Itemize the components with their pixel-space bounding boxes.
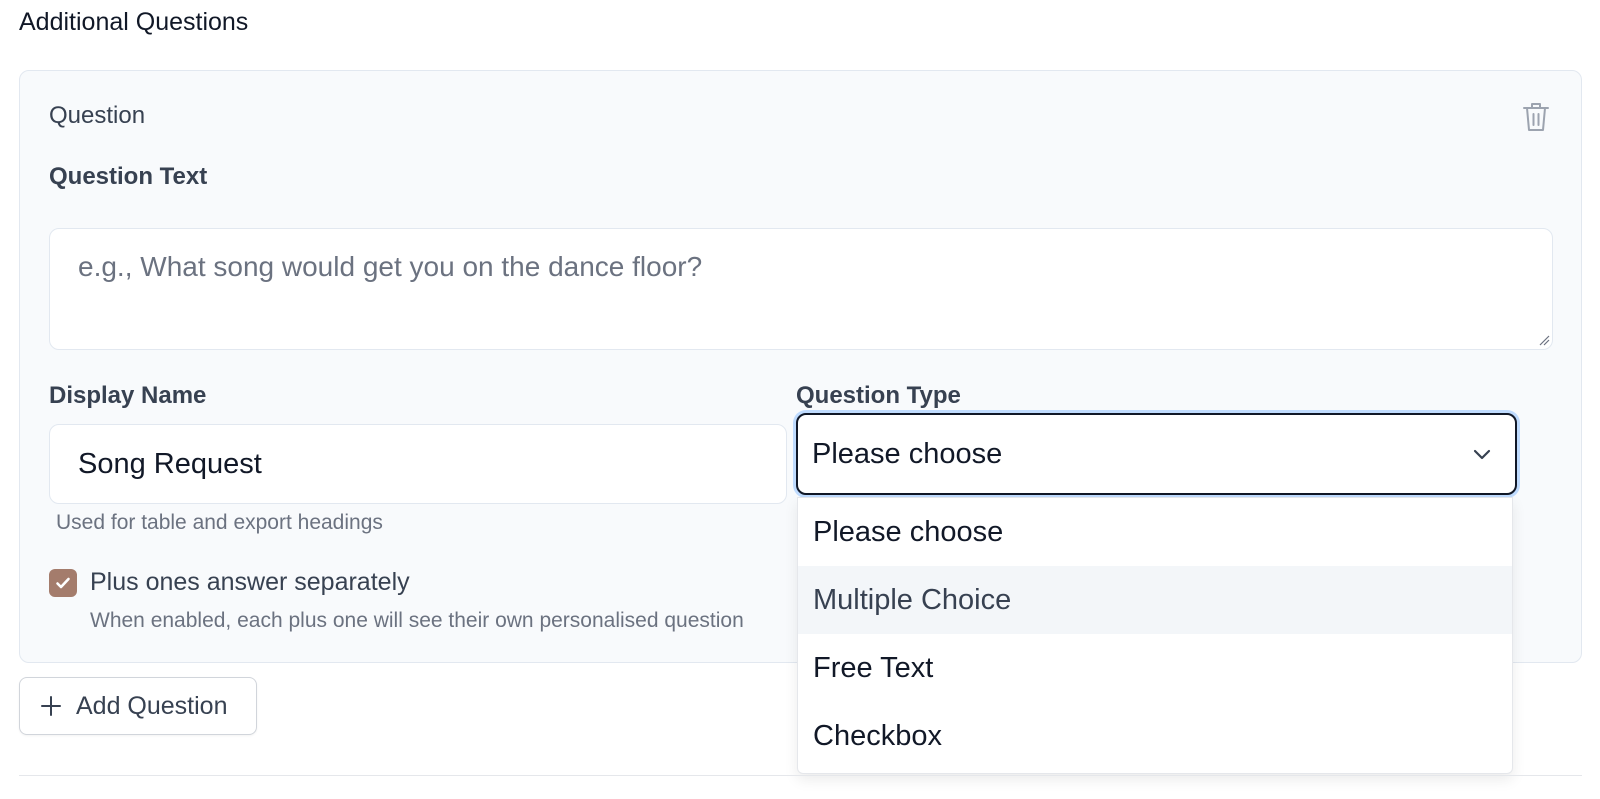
chevron-down-icon — [1473, 449, 1491, 460]
question-text-label: Question Text — [49, 163, 208, 190]
plus-icon — [41, 696, 61, 716]
add-question-button[interactable]: Add Question — [19, 677, 257, 735]
display-name-label: Display Name — [49, 382, 207, 409]
trash-icon — [1523, 103, 1549, 131]
card-title: Question — [49, 102, 146, 129]
section-title: Additional Questions — [19, 8, 249, 36]
plus-ones-description: When enabled, each plus one will see the… — [90, 609, 744, 632]
question-type-label: Question Type — [796, 382, 961, 409]
delete-question-button[interactable] — [1519, 99, 1553, 135]
check-icon — [56, 577, 70, 589]
option-free-text[interactable]: Free Text — [798, 634, 1512, 702]
question-type-dropdown: Please choose Multiple Choice Free Text … — [797, 497, 1513, 774]
question-type-select[interactable]: Please choose — [796, 413, 1517, 495]
display-name-input[interactable] — [49, 424, 787, 504]
plus-ones-label: Plus ones answer separately — [90, 568, 410, 596]
question-type-selected: Please choose — [812, 437, 1003, 470]
option-checkbox[interactable]: Checkbox — [798, 702, 1512, 770]
plus-ones-checkbox[interactable] — [49, 569, 77, 597]
display-name-help: Used for table and export headings — [56, 511, 383, 534]
option-please-choose[interactable]: Please choose — [798, 498, 1512, 566]
add-question-label: Add Question — [76, 691, 228, 720]
question-text-input[interactable] — [49, 228, 1553, 350]
resize-handle-icon[interactable] — [1538, 334, 1550, 346]
option-multiple-choice[interactable]: Multiple Choice — [798, 566, 1512, 634]
divider — [19, 775, 1582, 776]
